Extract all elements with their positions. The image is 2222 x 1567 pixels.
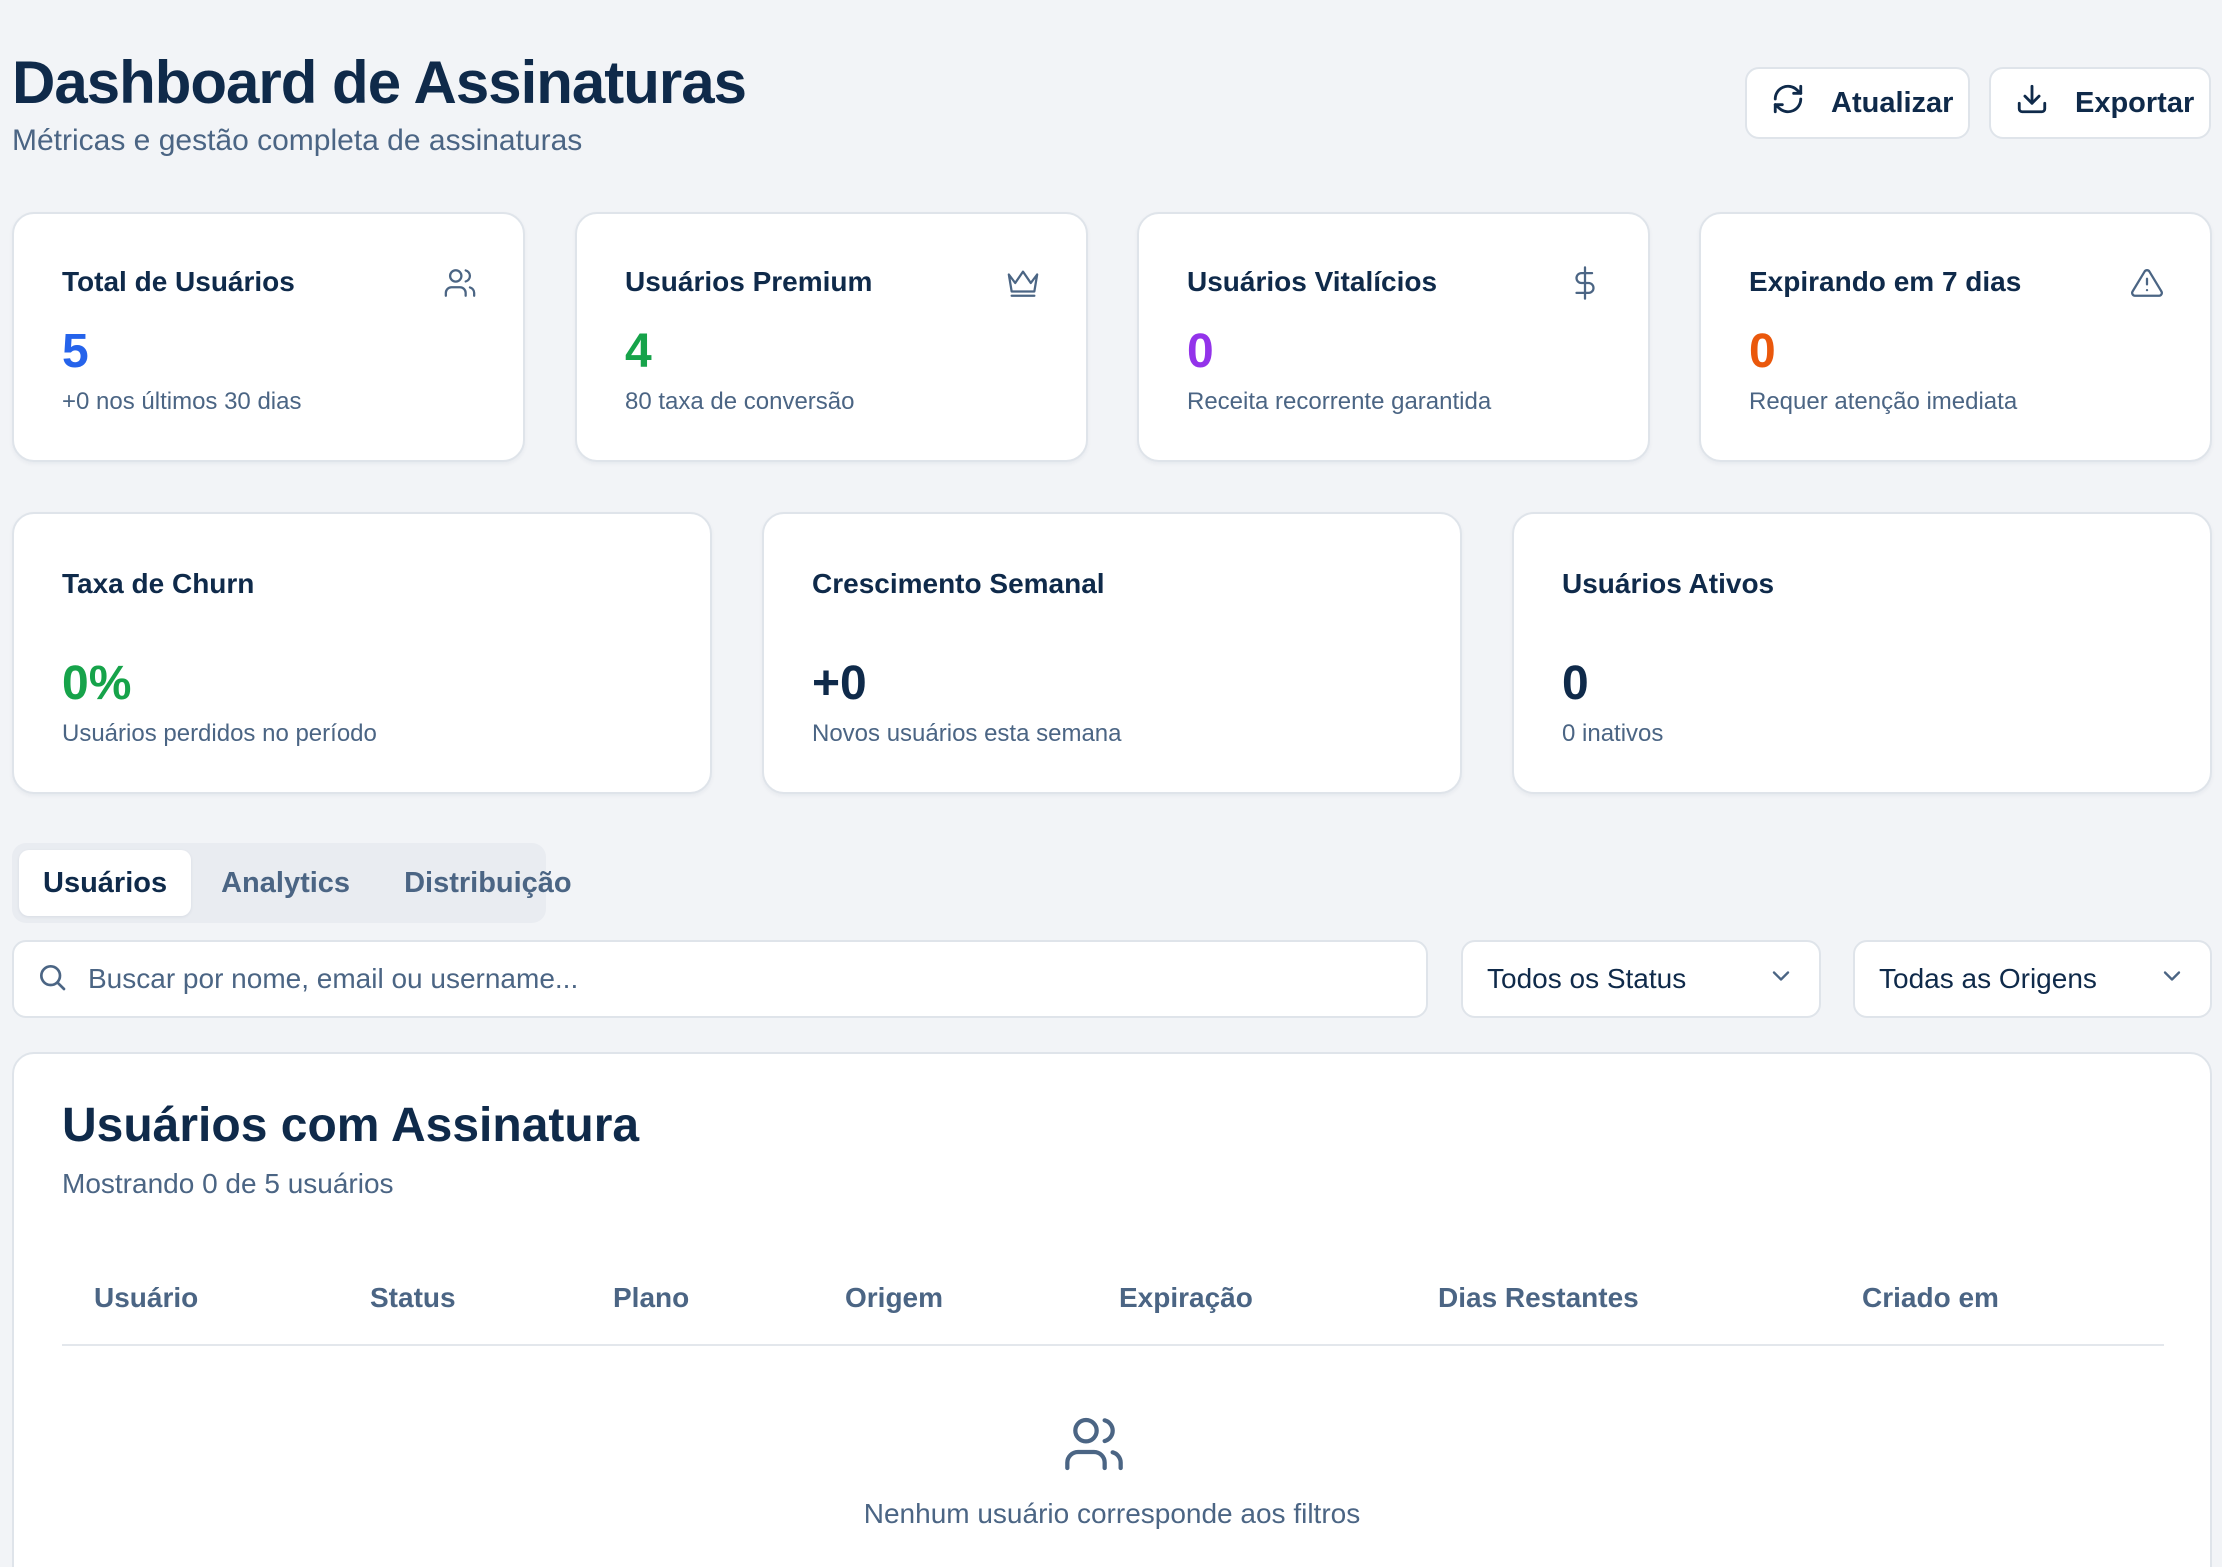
export-button[interactable]: Exportar: [1989, 67, 2211, 139]
stat-title: Expirando em 7 dias: [1749, 266, 2022, 297]
export-button-label: Exportar: [2075, 86, 2195, 119]
tab-analytics[interactable]: Analytics: [197, 850, 374, 916]
search-input[interactable]: [88, 963, 1404, 995]
column-header-expiration[interactable]: Expiração: [1119, 1282, 1253, 1314]
column-header-plan[interactable]: Plano: [613, 1282, 689, 1314]
stat-card-lifetime-users: Usuários Vitalícios 0 Receita recorrente…: [1137, 212, 1650, 462]
status-filter-value: Todos os Status: [1487, 963, 1687, 994]
stat-subtitle: 80 taxa de conversão: [625, 388, 855, 415]
stat-value: 0: [1749, 325, 1776, 378]
metric-value: 0%: [62, 657, 132, 710]
crown-icon: [1006, 266, 1040, 300]
metric-card-weekly-growth: Crescimento Semanal +0 Novos usuários es…: [762, 512, 1462, 794]
stat-subtitle: +0 nos últimos 30 dias: [62, 388, 302, 415]
refresh-button[interactable]: Atualizar: [1745, 67, 1970, 139]
metric-title: Taxa de Churn: [62, 568, 255, 599]
stat-subtitle: Requer atenção imediata: [1749, 388, 2018, 415]
page-title: Dashboard de Assinaturas: [12, 49, 747, 116]
tab-distribution[interactable]: Distribuição: [380, 850, 596, 916]
table-subtitle: Mostrando 0 de 5 usuários: [62, 1168, 394, 1199]
tab-list: Usuários Analytics Distribuição: [12, 843, 572, 923]
metric-card-active-users: Usuários Ativos 0 0 inativos: [1512, 512, 2212, 794]
stat-card-total-users: Total de Usuários 5 +0 nos últimos 30 di…: [12, 212, 525, 462]
stat-title: Usuários Vitalícios: [1187, 266, 1438, 297]
page-subtitle: Métricas e gestão completa de assinatura…: [12, 124, 583, 157]
metric-title: Usuários Ativos: [1562, 568, 1775, 599]
download-icon: [2015, 82, 2049, 124]
search-box: [12, 940, 1428, 1018]
metric-title: Crescimento Semanal: [812, 568, 1105, 599]
column-header-origin[interactable]: Origem: [845, 1282, 943, 1314]
users-icon: [1062, 1412, 1126, 1476]
stat-value: 4: [625, 325, 652, 378]
metric-value: +0: [812, 657, 867, 710]
stat-subtitle: Receita recorrente garantida: [1187, 388, 1492, 415]
subscribers-table-panel: Usuários com Assinatura Mostrando 0 de 5…: [12, 1052, 2212, 1567]
stat-title: Total de Usuários: [62, 266, 295, 297]
stat-title: Usuários Premium: [625, 266, 873, 297]
stat-value: 5: [62, 325, 89, 378]
empty-state-message: Nenhum usuário corresponde aos filtros: [863, 1498, 1361, 1529]
metric-subtitle: Novos usuários esta semana: [812, 720, 1122, 747]
stat-card-expiring: Expirando em 7 dias 0 Requer atenção ime…: [1699, 212, 2212, 462]
refresh-icon: [1771, 82, 1805, 124]
metric-value: 0: [1562, 657, 1589, 710]
column-header-created-at[interactable]: Criado em: [1862, 1282, 1999, 1314]
alert-triangle-icon: [2130, 266, 2164, 300]
table-header: Usuário Status Plano Origem Expiração Di…: [62, 1254, 2164, 1346]
dollar-icon: [1568, 266, 1602, 300]
table-title: Usuários com Assinatura: [62, 1099, 640, 1152]
column-header-user[interactable]: Usuário: [94, 1282, 198, 1314]
metric-card-churn: Taxa de Churn 0% Usuários perdidos no pe…: [12, 512, 712, 794]
column-header-days-remaining[interactable]: Dias Restantes: [1438, 1282, 1639, 1314]
search-icon: [36, 961, 68, 998]
stat-card-premium-users: Usuários Premium 4 80 taxa de conversão: [575, 212, 1088, 462]
stat-value: 0: [1187, 325, 1214, 378]
dashboard-page: Dashboard de Assinaturas Métricas e gest…: [0, 0, 2222, 1567]
status-filter-select[interactable]: Todos os Status: [1461, 940, 1821, 1018]
users-icon: [443, 266, 477, 300]
origin-filter-select[interactable]: Todas as Origens: [1853, 940, 2212, 1018]
column-header-status[interactable]: Status: [370, 1282, 456, 1314]
refresh-button-label: Atualizar: [1831, 86, 1954, 119]
origin-filter-value: Todas as Origens: [1879, 963, 2097, 994]
tab-users[interactable]: Usuários: [19, 850, 192, 916]
chevron-down-icon: [1767, 962, 1795, 997]
chevron-down-icon: [2158, 962, 2186, 997]
metric-subtitle: Usuários perdidos no período: [62, 720, 377, 747]
metric-subtitle: 0 inativos: [1562, 720, 1664, 747]
